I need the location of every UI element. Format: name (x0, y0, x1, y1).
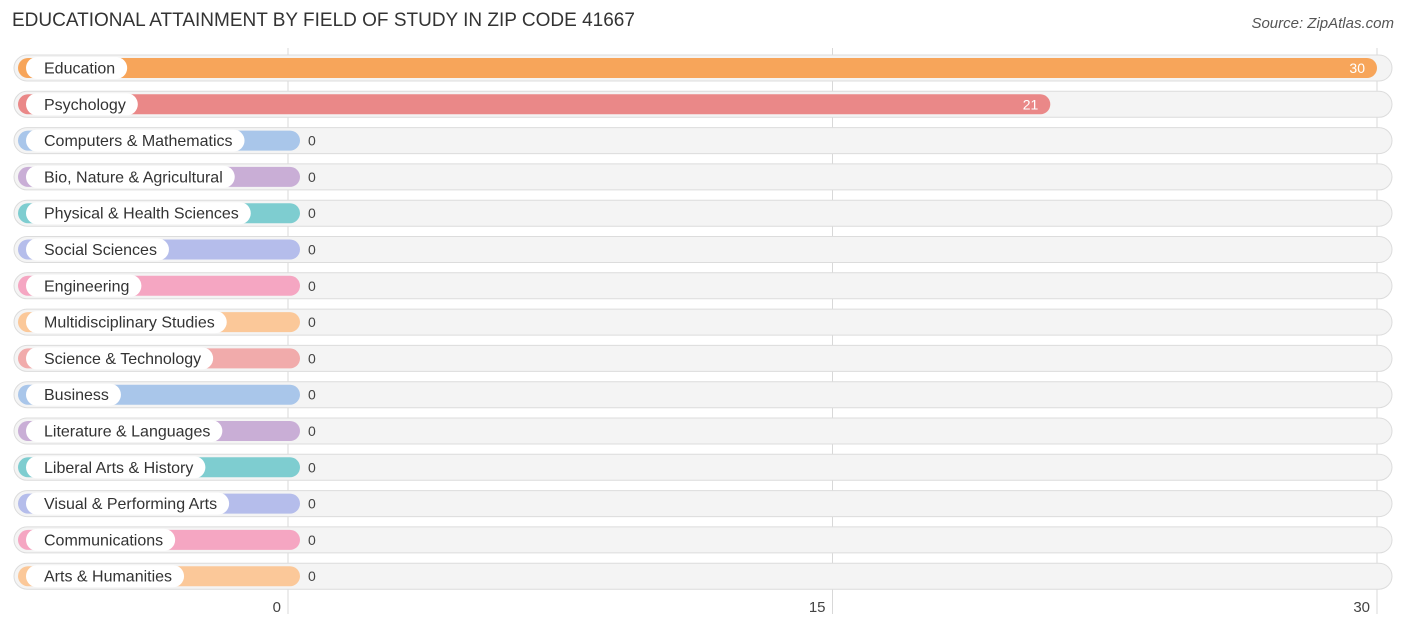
bar-row: Physical & Health Sciences 0 (13, 199, 1393, 227)
value-label: 0 (308, 133, 316, 149)
bar-row: Communications 0 (13, 526, 1393, 554)
bar-row: Social Sciences 0 (13, 236, 1393, 263)
category-label: Science & Technology (44, 351, 201, 368)
bar-row: Liberal Arts & History 0 (13, 453, 1393, 481)
bar (18, 58, 1377, 78)
value-label: 0 (308, 568, 316, 584)
x-tick-label: 0 (273, 599, 281, 616)
value-label: 0 (308, 205, 316, 221)
bar-row: Literature & Languages 0 (13, 417, 1393, 445)
category-label: Multidisciplinary Studies (44, 315, 215, 332)
bar-row: Multidisciplinary Studies 0 (13, 308, 1393, 336)
value-label: 0 (308, 350, 316, 366)
value-label: 0 (308, 387, 316, 403)
value-label: 0 (308, 423, 316, 439)
value-label: 0 (308, 532, 316, 548)
value-label: 0 (308, 459, 316, 475)
value-label: 0 (308, 278, 316, 294)
bar-chart: Education 30 Psychology 21 Computers & Mathe… (13, 48, 1393, 616)
x-tick-label: 30 (1353, 599, 1370, 616)
bar-row: Computers & Mathematics 0 (13, 127, 1393, 155)
category-label: Education (44, 61, 115, 78)
category-label: Social Sciences (44, 242, 157, 259)
category-label: Computers & Mathematics (44, 133, 233, 150)
bar-row: Education 30 (13, 54, 1393, 82)
category-label: Liberal Arts & History (44, 460, 193, 477)
bar-row: Science & Technology 0 (13, 344, 1393, 372)
category-label: Arts & Humanities (44, 569, 172, 586)
value-label: 0 (308, 242, 316, 258)
category-label: Communications (44, 532, 163, 549)
bar-row: Business 0 (13, 381, 1393, 409)
value-label: 30 (1349, 60, 1365, 76)
value-label: 21 (1023, 96, 1039, 112)
bar-row: Engineering 0 (13, 272, 1393, 300)
bar-row: Psychology 21 (13, 90, 1393, 118)
category-label: Physical & Health Sciences (44, 206, 239, 223)
value-label: 0 (308, 314, 316, 330)
category-label: Psychology (44, 97, 126, 114)
bar-row: Visual & Performing Arts 0 (13, 490, 1393, 518)
bar-row: Bio, Nature & Agricultural 0 (13, 163, 1393, 191)
category-label: Visual & Performing Arts (44, 496, 217, 513)
x-tick-label: 15 (809, 599, 826, 616)
bar-row: Arts & Humanities 0 (13, 562, 1393, 590)
bar (18, 94, 1051, 115)
category-label: Literature & Languages (44, 424, 210, 441)
category-label: Business (44, 387, 109, 404)
value-label: 0 (308, 496, 316, 512)
category-label: Bio, Nature & Agricultural (44, 169, 223, 186)
value-label: 0 (308, 169, 316, 185)
category-label: Engineering (44, 278, 129, 295)
